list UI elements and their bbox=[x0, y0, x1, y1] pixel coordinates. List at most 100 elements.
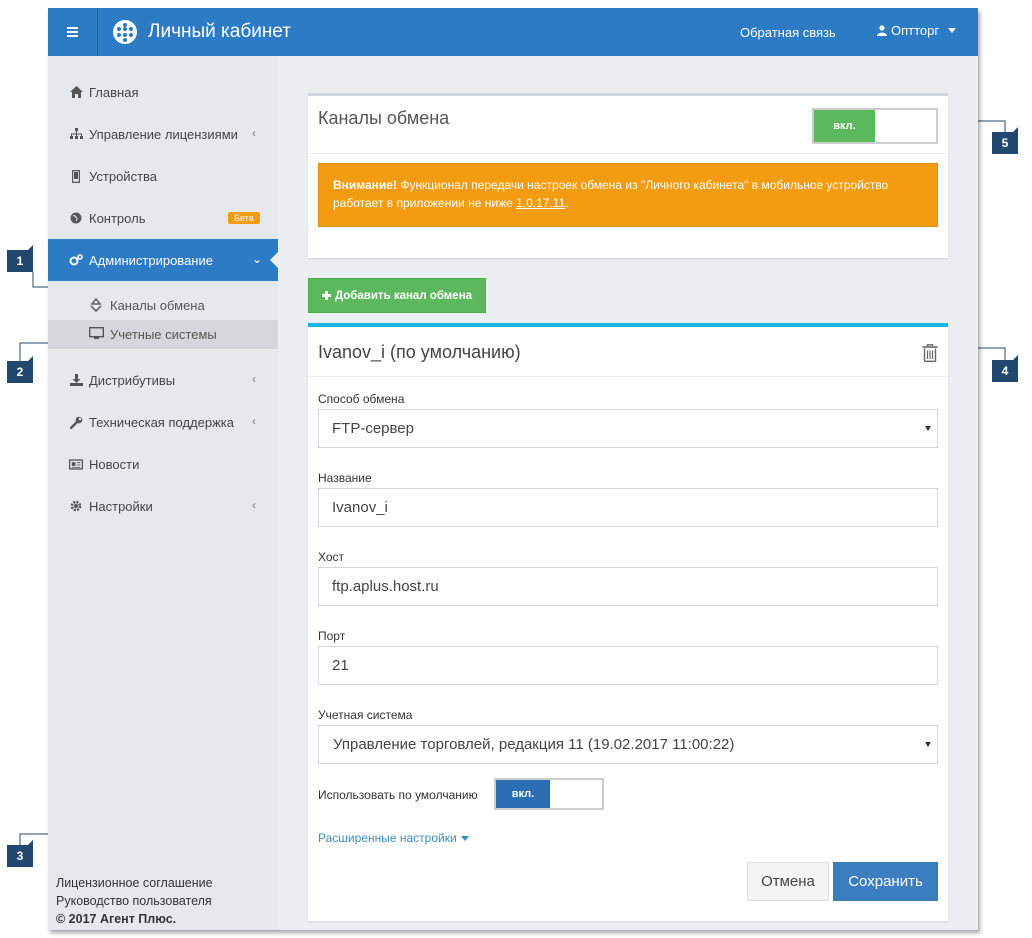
user-icon bbox=[877, 25, 887, 36]
host-field[interactable]: ftp.aplus.host.ru bbox=[318, 567, 938, 606]
port-field[interactable]: 21 bbox=[318, 646, 938, 685]
sidebar-subitem-account-systems[interactable]: Учетные системы bbox=[48, 320, 278, 349]
port-label: Порт bbox=[318, 629, 346, 643]
download-icon bbox=[69, 373, 83, 387]
exchange-channels-panel: Каналы обмена вкл. Внимание! Функционал … bbox=[308, 93, 948, 258]
caret-down-icon bbox=[948, 28, 957, 33]
channels-enabled-toggle[interactable]: вкл. bbox=[812, 108, 938, 144]
dropdown-arrow-icon bbox=[925, 742, 931, 747]
add-channel-button[interactable]: Добавить канал обмена bbox=[308, 278, 486, 313]
sidebar-item-home[interactable]: Главная bbox=[48, 71, 278, 113]
sidebar-item-devices[interactable]: Устройства bbox=[48, 155, 278, 197]
chevron-down-icon: ⌄ bbox=[252, 252, 263, 266]
add-channel-label: Добавить канал обмена bbox=[334, 289, 473, 302]
trash-icon[interactable] bbox=[922, 344, 938, 362]
sidebar-subitem-label: Учетные системы bbox=[110, 327, 217, 342]
home-icon bbox=[69, 85, 83, 99]
chevron-left-icon: ‹ bbox=[252, 414, 256, 428]
sidebar-item-label: Главная bbox=[89, 85, 139, 100]
sidebar-item-administration[interactable]: Администрирование ⌄ bbox=[48, 239, 279, 281]
use-default-label: Использовать по умолчанию bbox=[318, 788, 478, 802]
sidebar-item-news[interactable]: Новости bbox=[48, 443, 278, 485]
chevron-left-icon: ‹ bbox=[252, 498, 256, 512]
hamburger-icon bbox=[67, 31, 78, 33]
toggle-on-label: вкл. bbox=[814, 110, 875, 142]
callout-badge-3: 3 bbox=[7, 840, 33, 867]
app-title: Личный кабинет bbox=[148, 21, 291, 42]
advanced-settings-label: Расширенные настройки bbox=[318, 831, 457, 845]
callout-badge-1: 1 bbox=[7, 245, 33, 272]
sidebar-item-label: Управление лицензиями bbox=[89, 127, 238, 142]
sidebar: Главная Управление лицензиями ‹ Устройст… bbox=[48, 56, 279, 930]
sidebar-item-label: Администрирование bbox=[89, 253, 213, 268]
recycle-icon bbox=[89, 297, 104, 313]
version-link[interactable]: 1.0.17.11 bbox=[516, 196, 565, 210]
host-value: ftp.aplus.host.ru bbox=[332, 578, 439, 595]
sidebar-item-label: Устройства bbox=[89, 169, 158, 184]
sidebar-item-licenses[interactable]: Управление лицензиями ‹ bbox=[48, 113, 278, 155]
sidebar-subitem-label: Каналы обмена bbox=[110, 298, 205, 313]
user-name: Оптторг bbox=[891, 23, 940, 38]
sidebar-item-label: Дистрибутивы bbox=[89, 373, 176, 388]
desktop-icon bbox=[88, 326, 105, 342]
mobile-icon bbox=[69, 169, 83, 183]
app-window: Личный кабинет Обратная связь Оптторг Гл… bbox=[48, 8, 978, 930]
host-label: Хост bbox=[318, 550, 345, 564]
wrench-icon bbox=[69, 415, 83, 429]
divider bbox=[308, 153, 948, 154]
sidebar-item-label: Контроль bbox=[89, 211, 146, 226]
callout-badge-5: 5 bbox=[992, 127, 1018, 154]
dropdown-arrow-icon bbox=[925, 426, 931, 431]
channel-card: Ivanov_i (по умолчанию) Способ обмена FT… bbox=[308, 323, 948, 921]
alert-text: Функционал передачи настроек обмена из "… bbox=[333, 178, 889, 210]
feedback-link[interactable]: Обратная связь bbox=[740, 25, 836, 40]
port-value: 21 bbox=[332, 657, 349, 674]
exchange-method-select[interactable]: FTP-сервер bbox=[318, 409, 938, 448]
divider bbox=[308, 376, 948, 377]
cancel-button[interactable]: Отмена bbox=[747, 862, 829, 901]
account-system-select[interactable]: Управление торговлей, редакция 11 (19.02… bbox=[318, 725, 938, 764]
sidebar-footer: Лицензионное соглашение Руководство поль… bbox=[56, 874, 213, 928]
sidebar-item-label: Техническая поддержка bbox=[89, 415, 234, 430]
license-agreement-link[interactable]: Лицензионное соглашение bbox=[56, 874, 213, 892]
alert-end: . bbox=[565, 196, 569, 210]
account-system-value: Управление торговлей, редакция 11 (19.02… bbox=[333, 736, 735, 753]
menu-toggle-button[interactable] bbox=[48, 8, 98, 56]
chevron-left-icon: ‹ bbox=[252, 126, 256, 140]
chevron-left-icon: ‹ bbox=[252, 372, 256, 386]
name-label: Название bbox=[318, 471, 372, 485]
advanced-settings-link[interactable]: Расширенные настройки bbox=[318, 831, 469, 845]
user-menu[interactable]: Оптторг bbox=[877, 23, 957, 38]
callout-badge-2: 2 bbox=[7, 356, 33, 383]
sidebar-item-distributions[interactable]: Дистрибутивы ‹ bbox=[48, 359, 278, 401]
use-default-toggle[interactable]: вкл. bbox=[494, 778, 604, 810]
callout-badge-4: 4 bbox=[992, 355, 1018, 382]
sidebar-item-settings[interactable]: Настройки ‹ bbox=[48, 485, 278, 527]
gear-icon bbox=[69, 499, 83, 513]
beta-badge: Бета bbox=[228, 212, 260, 224]
sidebar-item-label: Новости bbox=[89, 457, 140, 472]
name-value: Ivanov_i bbox=[332, 499, 388, 516]
exchange-method-label: Способ обмена bbox=[318, 392, 405, 406]
toggle-on-label: вкл. bbox=[496, 780, 550, 808]
warning-alert: Внимание! Функционал передачи настроек о… bbox=[318, 163, 938, 227]
newspaper-icon bbox=[69, 457, 83, 471]
sidebar-item-support[interactable]: Техническая поддержка ‹ bbox=[48, 401, 278, 443]
name-field[interactable]: Ivanov_i bbox=[318, 488, 938, 527]
cogs-icon bbox=[69, 253, 83, 267]
user-manual-link[interactable]: Руководство пользователя bbox=[56, 892, 213, 910]
alert-bold: Внимание! bbox=[333, 178, 397, 192]
caret-down-icon bbox=[460, 835, 469, 841]
app-logo-icon bbox=[113, 20, 137, 44]
top-navbar: Личный кабинет Обратная связь Оптторг bbox=[48, 8, 978, 56]
account-system-label: Учетная система bbox=[318, 708, 413, 722]
sidebar-item-label: Настройки bbox=[89, 499, 153, 514]
sidebar-subitem-exchange-channels[interactable]: Каналы обмена bbox=[48, 291, 278, 320]
plus-icon bbox=[321, 291, 331, 300]
exchange-method-value: FTP-сервер bbox=[332, 420, 414, 437]
sidebar-item-control[interactable]: Контроль Бета bbox=[48, 197, 278, 239]
channel-title: Ivanov_i (по умолчанию) bbox=[318, 342, 521, 362]
copyright: © 2017 Агент Плюс. bbox=[56, 912, 177, 926]
save-button[interactable]: Сохранить bbox=[833, 862, 938, 901]
panel-title: Каналы обмена bbox=[318, 108, 450, 128]
